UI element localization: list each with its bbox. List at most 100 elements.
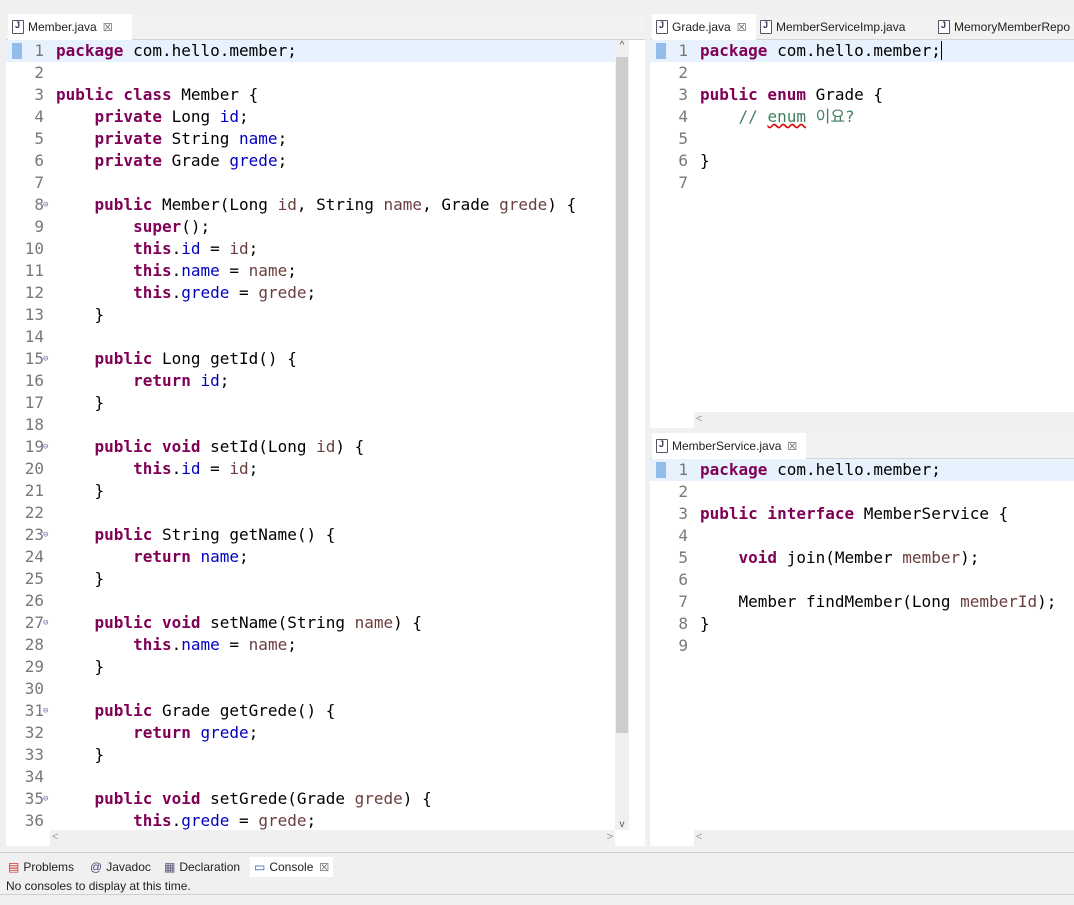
code-editor[interactable]: 1 package com.hello.member; 2 3 public class… (6, 40, 615, 846)
fold-toggle-icon[interactable]: ⊖ (43, 200, 48, 210)
code-line[interactable]: 8} (650, 613, 1074, 635)
code-line[interactable]: 8 ⊖ public Member(Long id, String name, G… (6, 194, 615, 216)
code-line[interactable]: 4 // enum 이요? (650, 106, 1074, 128)
code-line[interactable]: 31 ⊖ public Grade getGrede() { (6, 700, 615, 722)
code-line[interactable]: 17 } (6, 392, 615, 414)
code-line[interactable]: 3 public interface MemberService { (650, 503, 1074, 525)
code-line[interactable]: 19 ⊖ public void setId(Long id) { (6, 436, 615, 458)
code-text: } (56, 481, 105, 500)
code-text: public class Member { (56, 85, 259, 104)
tab-javadoc[interactable]: @ Javadoc (90, 857, 151, 877)
code-line[interactable]: 7 Member findMember(Long memberId); (650, 591, 1074, 613)
code-line[interactable]: 5 private String name; (6, 128, 615, 150)
code-line[interactable]: 7 (650, 172, 1074, 194)
code-line[interactable]: 36 this.grede = grede; (6, 810, 615, 832)
tab-console[interactable]: ▭ Console ☒ (250, 857, 334, 877)
code-line[interactable]: 9 super(); (6, 216, 615, 238)
code-line[interactable]: 5 (650, 128, 1074, 150)
code-line[interactable]: 12 this.grede = grede; (6, 282, 615, 304)
code-line[interactable]: 23 ⊖ public String getName() { (6, 524, 615, 546)
fold-toggle-icon[interactable]: ⊖ (43, 442, 48, 452)
code-line[interactable]: 6} (650, 150, 1074, 172)
code-line[interactable]: 7 (6, 172, 615, 194)
code-line[interactable]: 29 } (6, 656, 615, 678)
code-line[interactable]: 2 (650, 481, 1074, 503)
tab-problems[interactable]: ▤ Problems (8, 857, 74, 877)
close-icon[interactable]: ☒ (319, 861, 329, 874)
horizontal-scrollbar[interactable]: < > (50, 830, 615, 846)
code-line[interactable]: 6 private Grade grede; (6, 150, 615, 172)
line-number: 2 (678, 63, 688, 82)
tab-member-java[interactable]: Member.java ☒ (8, 14, 132, 40)
line-number: 7 (678, 592, 688, 611)
code-line[interactable]: 27 ⊖ public void setName(String name) { (6, 612, 615, 634)
code-text: public void setGrede(Grade grede) { (94, 789, 432, 808)
scroll-down-icon[interactable]: v (615, 819, 629, 830)
code-line[interactable]: 11 this.name = name; (6, 260, 615, 282)
code-line[interactable]: 6 (650, 569, 1074, 591)
line-number: 20 (24, 459, 44, 478)
code-line[interactable]: 35 ⊖ public void setGrede(Grade grede) { (6, 788, 615, 810)
scroll-left-icon[interactable]: < (52, 831, 58, 843)
code-line[interactable]: 2 (650, 62, 1074, 84)
scroll-thumb[interactable] (616, 57, 628, 733)
java-file-icon (938, 19, 950, 34)
scroll-left-icon[interactable]: < (696, 413, 702, 425)
code-line[interactable]: 16 return id; (6, 370, 615, 392)
code-line[interactable]: 33 } (6, 744, 615, 766)
code-line[interactable]: 26 (6, 590, 615, 612)
code-line[interactable]: 5 void join(Member member); (650, 547, 1074, 569)
code-line[interactable]: 9 (650, 635, 1074, 657)
code-line[interactable]: 32 return grede; (6, 722, 615, 744)
code-editor[interactable]: 1 package com.hello.member; 2 3 public inter… (650, 459, 1074, 846)
close-icon[interactable]: ☒ (787, 440, 797, 453)
tab-memorymemberrepository-java[interactable]: MemoryMemberRepo (938, 14, 1070, 39)
tab-grade-java[interactable]: Grade.java ☒ (652, 14, 756, 40)
code-line[interactable]: 34 (6, 766, 615, 788)
close-icon[interactable]: ☒ (103, 21, 113, 34)
horizontal-scrollbar[interactable]: < (694, 830, 1074, 846)
scroll-right-icon[interactable]: > (607, 831, 613, 843)
tab-memberserviceimp-java[interactable]: MemberServiceImp.java (760, 14, 905, 39)
horizontal-scrollbar[interactable]: < (694, 412, 1074, 428)
code-line[interactable]: 1 package com.hello.member; (650, 40, 1074, 62)
close-icon[interactable]: ☒ (737, 21, 747, 34)
vertical-scrollbar[interactable]: ^ v (615, 40, 629, 830)
code-line[interactable]: 4 (650, 525, 1074, 547)
line-number: 22 (24, 503, 44, 522)
code-line[interactable]: 13 } (6, 304, 615, 326)
scroll-left-icon[interactable]: < (696, 831, 702, 843)
code-line[interactable]: 14 (6, 326, 615, 348)
fold-toggle-icon[interactable]: ⊖ (43, 618, 48, 628)
code-text: public Member(Long id, String name, Grad… (94, 195, 577, 214)
code-line[interactable]: 3 public class Member { (6, 84, 615, 106)
fold-toggle-icon[interactable]: ⊖ (43, 530, 48, 540)
code-line[interactable]: 15 ⊖ public Long getId() { (6, 348, 615, 370)
code-line[interactable]: 24 return name; (6, 546, 615, 568)
tab-memberservice-java[interactable]: MemberService.java ☒ (652, 433, 806, 459)
code-line[interactable]: 28 this.name = name; (6, 634, 615, 656)
line-number: 3 (34, 85, 44, 104)
code-line[interactable]: 3 public enum Grade { (650, 84, 1074, 106)
scroll-up-icon[interactable]: ^ (615, 40, 629, 51)
code-line[interactable]: 25 } (6, 568, 615, 590)
code-line[interactable]: 4 private Long id; (6, 106, 615, 128)
fold-toggle-icon[interactable]: ⊖ (43, 794, 48, 804)
fold-toggle-icon[interactable]: ⊖ (43, 354, 48, 364)
code-line[interactable]: 21 } (6, 480, 615, 502)
code-line[interactable]: 18 (6, 414, 615, 436)
code-text: private Grade grede; (94, 151, 288, 170)
code-line[interactable]: 1 package com.hello.member; (6, 40, 615, 62)
fold-toggle-icon[interactable]: ⊖ (43, 706, 48, 716)
tab-declaration[interactable]: ▦ Declaration (164, 857, 240, 877)
code-line[interactable]: 1 package com.hello.member; (650, 459, 1074, 481)
code-line[interactable]: 22 (6, 502, 615, 524)
code-line[interactable]: 10 this.id = id; (6, 238, 615, 260)
code-line[interactable]: 2 (6, 62, 615, 84)
code-text: } (56, 569, 105, 588)
tab-label: MemberServiceImp.java (776, 19, 906, 34)
line-number: 10 (24, 239, 44, 258)
code-line[interactable]: 30 (6, 678, 615, 700)
code-line[interactable]: 20 this.id = id; (6, 458, 615, 480)
code-editor[interactable]: 1 package com.hello.member; 2 3 public enum … (650, 40, 1074, 428)
